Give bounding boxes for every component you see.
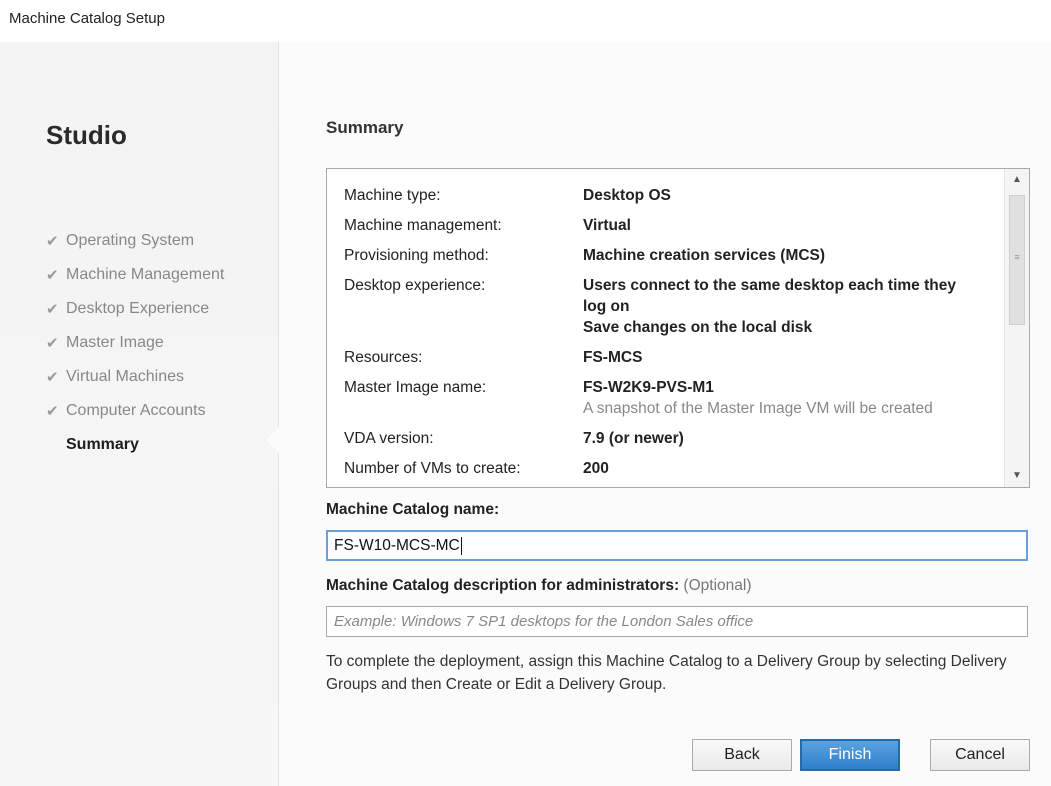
wizard-steps: ✔ Operating System ✔ Machine Management ✔ D… bbox=[46, 224, 224, 462]
summary-value: Desktop OS bbox=[583, 187, 671, 204]
grip-icon: ≡ bbox=[1014, 252, 1020, 262]
back-button[interactable]: Back bbox=[692, 739, 792, 771]
summary-key: Resources: bbox=[344, 349, 423, 366]
catalog-name-label: Machine Catalog name: bbox=[326, 501, 500, 518]
summary-row: Machine type: Desktop OS bbox=[344, 185, 1004, 206]
summary-key: Machine management: bbox=[344, 217, 502, 234]
step-label: Operating System bbox=[66, 232, 195, 249]
summary-row: Desktop experience: Users connect to the… bbox=[344, 275, 1004, 338]
summary-row: Machine management: Virtual bbox=[344, 215, 1004, 236]
summary-list: Machine type: Desktop OS Machine managem… bbox=[344, 185, 1004, 487]
summary-scrollbar[interactable]: ▲ ≡ ▼ bbox=[1004, 169, 1029, 487]
step-label: Master Image bbox=[66, 334, 164, 351]
studio-brand: Studio bbox=[46, 120, 127, 150]
summary-row: Number of VMs to create: 200 bbox=[344, 458, 1004, 479]
summary-key: Desktop experience: bbox=[344, 277, 486, 294]
step-label: Virtual Machines bbox=[66, 368, 184, 385]
summary-value: 200 bbox=[583, 460, 609, 477]
step-label: Machine Management bbox=[66, 266, 225, 283]
summary-key: Number of VMs to create: bbox=[344, 460, 521, 477]
summary-value: Machine creation services (MCS) bbox=[583, 247, 826, 264]
summary-key: VDA version: bbox=[344, 430, 434, 447]
arrow-down-icon[interactable]: ▼ bbox=[1005, 465, 1029, 487]
description-input[interactable]: Example: Windows 7 SP1 desktops for the … bbox=[326, 606, 1028, 637]
summary-value-group: FS-W2K9-PVS-M1 A snapshot of the Master … bbox=[583, 377, 983, 419]
summary-value-group: Users connect to the same desktop each t… bbox=[583, 275, 983, 338]
step-label: Computer Accounts bbox=[66, 402, 206, 419]
title-bar: Machine Catalog Setup bbox=[0, 0, 1051, 42]
wizard-main: Summary Machine type: Desktop OS Machine… bbox=[326, 42, 1031, 786]
checkmark-icon: ✔ bbox=[46, 369, 59, 386]
active-step-pointer bbox=[266, 427, 279, 453]
description-label-text: Machine Catalog description for administ… bbox=[326, 577, 680, 594]
step-label: Summary bbox=[66, 436, 139, 453]
wizard-sidebar: Studio ✔ Operating System ✔ Machine Manage… bbox=[0, 42, 279, 786]
checkmark-icon: ✔ bbox=[46, 267, 59, 284]
step-computer-accounts[interactable]: ✔ Computer Accounts bbox=[46, 394, 224, 428]
cancel-button[interactable]: Cancel bbox=[930, 739, 1030, 771]
page-title: Summary bbox=[326, 118, 404, 137]
checkmark-icon: ✔ bbox=[46, 233, 59, 250]
window-title: Machine Catalog Setup bbox=[9, 10, 165, 27]
scroll-thumb[interactable]: ≡ bbox=[1009, 195, 1025, 325]
summary-value: Virtual bbox=[583, 217, 631, 234]
step-desktop-experience[interactable]: ✔ Desktop Experience bbox=[46, 292, 224, 326]
help-text: To complete the deployment, assign this … bbox=[326, 653, 1007, 693]
checkmark-icon: ✔ bbox=[46, 335, 59, 352]
step-machine-management[interactable]: ✔ Machine Management bbox=[46, 258, 224, 292]
summary-value: FS-MCS bbox=[583, 349, 643, 366]
summary-note: A snapshot of the Master Image VM will b… bbox=[583, 400, 933, 417]
summary-row: Master Image name: FS-W2K9-PVS-M1 A snap… bbox=[344, 377, 1004, 419]
checkmark-icon: ✔ bbox=[46, 301, 59, 318]
checkmark-icon: ✔ bbox=[46, 403, 59, 420]
summary-row: Provisioning method: Machine creation se… bbox=[344, 245, 1004, 266]
optional-tag: (Optional) bbox=[683, 577, 752, 594]
step-summary: ✔Summary bbox=[46, 428, 224, 462]
catalog-name-value: FS-W10-MCS-MC bbox=[334, 537, 460, 554]
description-label: Machine Catalog description for administ… bbox=[326, 577, 751, 595]
step-master-image[interactable]: ✔ Master Image bbox=[46, 326, 224, 360]
catalog-name-input[interactable]: FS-W10-MCS-MC bbox=[326, 530, 1028, 561]
step-label: Desktop Experience bbox=[66, 300, 210, 317]
summary-value: Users connect to the same desktop each t… bbox=[583, 277, 956, 315]
step-virtual-machines[interactable]: ✔ Virtual Machines bbox=[46, 360, 224, 394]
summary-row: Resources: FS-MCS bbox=[344, 347, 1004, 368]
summary-key: Provisioning method: bbox=[344, 247, 489, 264]
summary-value: 7.9 (or newer) bbox=[583, 430, 684, 447]
finish-button[interactable]: Finish bbox=[800, 739, 900, 771]
step-operating-system[interactable]: ✔ Operating System bbox=[46, 224, 224, 258]
summary-panel[interactable]: Machine type: Desktop OS Machine managem… bbox=[326, 168, 1030, 488]
wizard-window: Studio ✔ Operating System ✔ Machine Manage… bbox=[0, 42, 1051, 786]
arrow-up-icon[interactable]: ▲ bbox=[1005, 169, 1029, 191]
summary-key: Master Image name: bbox=[344, 379, 487, 396]
summary-value-secondary: Save changes on the local disk bbox=[583, 319, 813, 336]
summary-value: FS-W2K9-PVS-M1 bbox=[583, 379, 714, 396]
summary-row: VDA version: 7.9 (or newer) bbox=[344, 428, 1004, 449]
text-caret bbox=[460, 536, 462, 555]
summary-key: Machine type: bbox=[344, 187, 441, 204]
